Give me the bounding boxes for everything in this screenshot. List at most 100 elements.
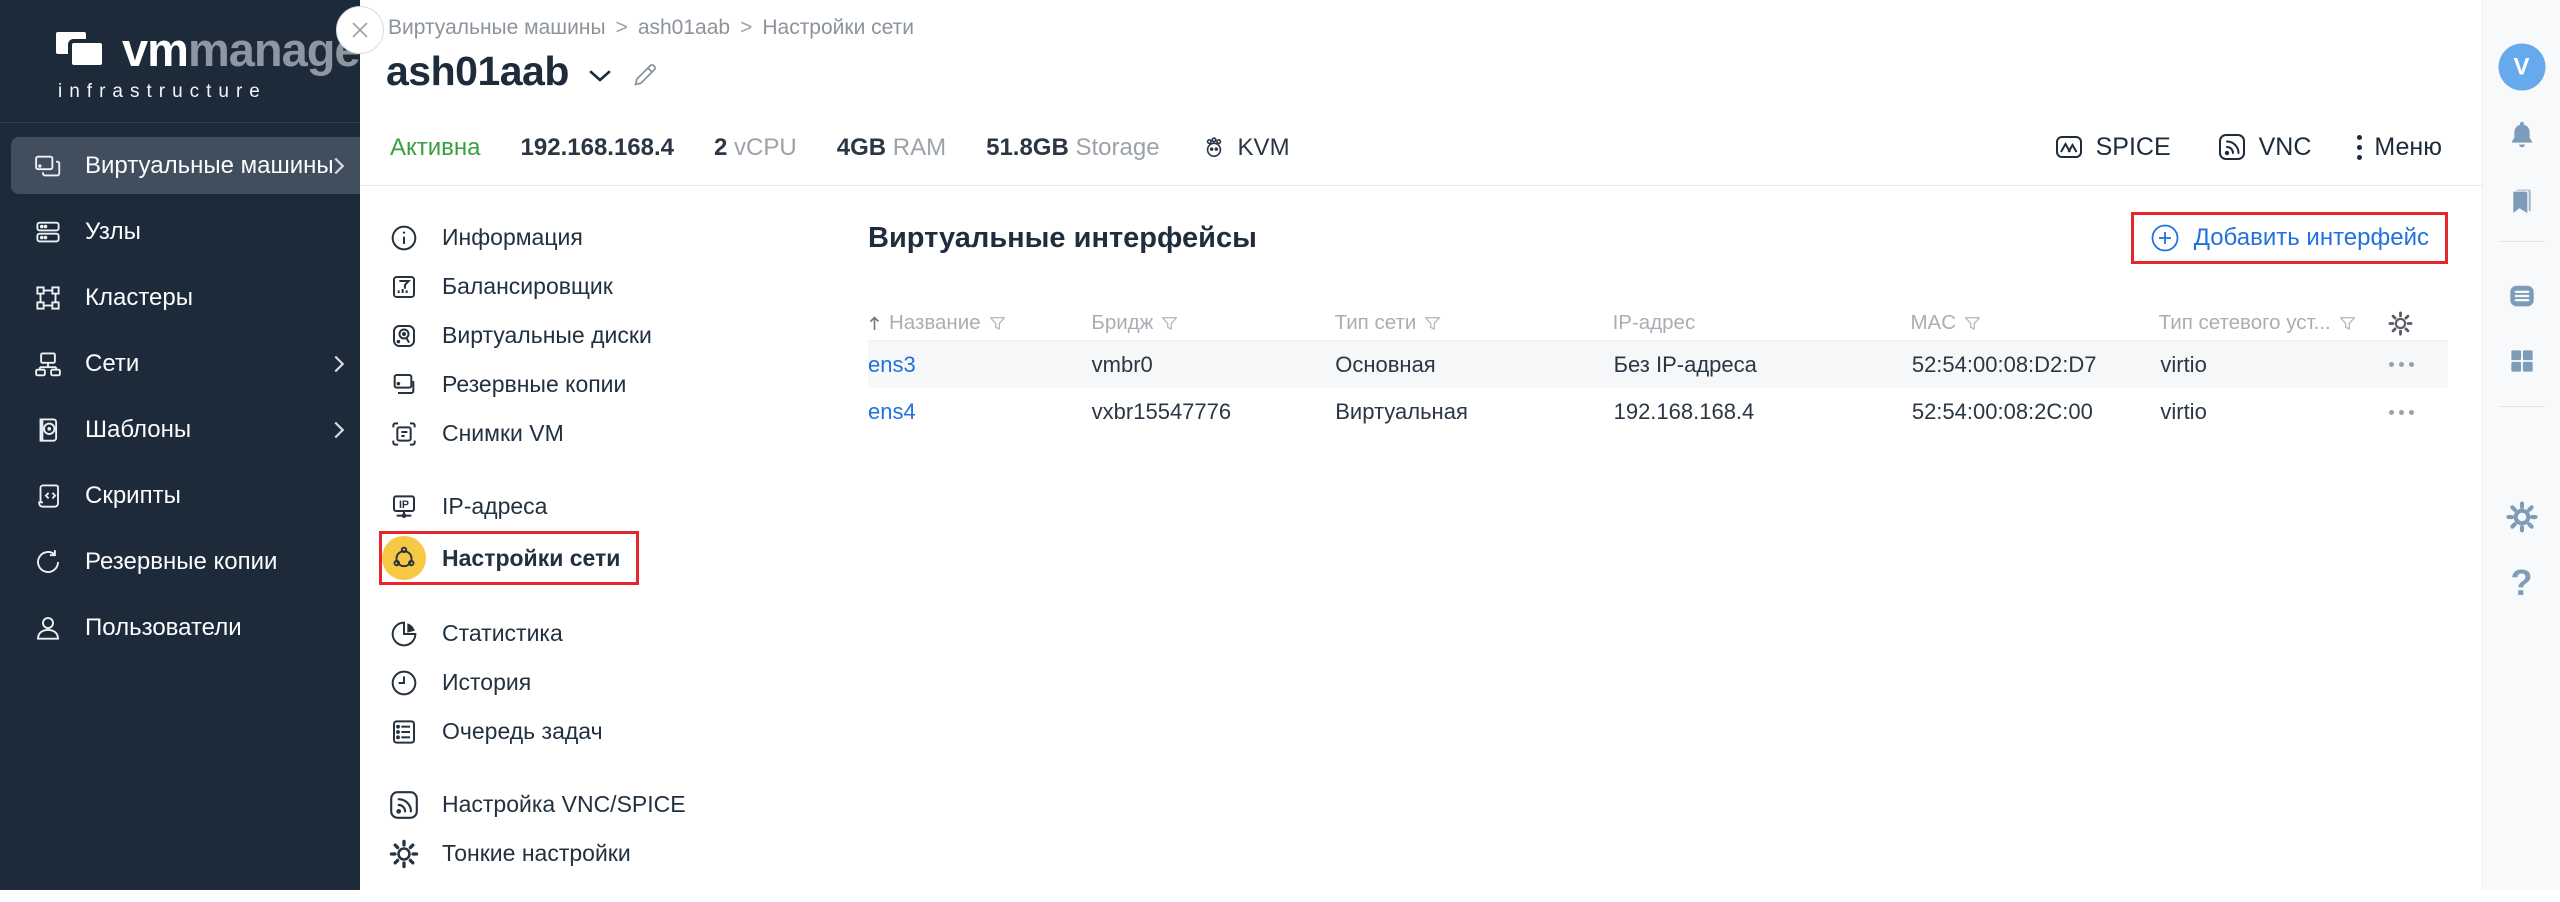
vm-menu-item-information[interactable]: Информация	[388, 213, 688, 262]
section-title: Виртуальные интерфейсы	[868, 222, 1257, 255]
vm-menu-item-history[interactable]: История	[388, 658, 688, 707]
balancer-icon	[388, 271, 420, 303]
brand-logo[interactable]: vmmanager infrastructure	[56, 26, 377, 103]
interface-name-link[interactable]: ens4	[868, 399, 916, 425]
vm-section-menu: Информация Балансировщик Виртуальные дис…	[388, 213, 688, 902]
disk-icon	[388, 320, 420, 352]
vnc-spice-settings-icon	[388, 789, 420, 821]
vm-menu-item-statistics[interactable]: Статистика	[388, 609, 688, 658]
vnc-button[interactable]: VNC	[2217, 132, 2312, 162]
breadcrumb-item: Настройки сети	[762, 16, 914, 40]
info-icon	[388, 222, 420, 254]
settings-gear-icon[interactable]	[2505, 501, 2538, 534]
menu-label: Меню	[2374, 133, 2442, 162]
menu-button[interactable]: Меню	[2357, 133, 2442, 162]
sidebar-item-label: Узлы	[85, 218, 141, 246]
column-header-ip[interactable]: IP-адрес	[1613, 311, 1911, 335]
sidebar-item-users[interactable]: Пользователи	[0, 599, 360, 656]
vm-status-row: Активна 192.168.168.4 2 vCPU 4GB RAM 51.…	[390, 134, 1290, 162]
clusters-icon	[33, 283, 63, 313]
vm-menu-item-ip-addresses[interactable]: IP IP-адреса	[388, 482, 688, 531]
vm-menu-label: Настройка VNC/SPICE	[442, 791, 686, 818]
sidebar-divider	[0, 122, 360, 123]
bookmarks-icon[interactable]	[2506, 185, 2538, 217]
vm-cpu: 2 vCPU	[714, 134, 797, 162]
filter-icon[interactable]	[1964, 315, 1981, 332]
backups-icon	[33, 547, 63, 577]
network-settings-icon	[389, 543, 419, 573]
vm-menu-item-task-queue[interactable]: Очередь задач	[388, 707, 688, 756]
column-header-device-type[interactable]: Тип сетевого уст...	[2159, 311, 2387, 335]
vm-menu-item-network-settings[interactable]: Настройки сети	[379, 531, 639, 585]
vm-menu-item-snapshots[interactable]: Снимки VM	[388, 409, 688, 458]
table-row: ens3 vmbr0 Основная Без IP-адреса 52:54:…	[868, 340, 2448, 388]
rail-divider	[2499, 406, 2545, 407]
users-icon	[33, 613, 63, 643]
filter-icon[interactable]	[2339, 315, 2356, 332]
vm-menu-label: Очередь задач	[442, 718, 603, 745]
table-settings-gear-icon[interactable]	[2387, 310, 2414, 337]
column-header-net-type[interactable]: Тип сети	[1335, 311, 1613, 335]
sidebar-item-clusters[interactable]: Кластеры	[0, 269, 360, 326]
user-avatar[interactable]: V	[2498, 44, 2545, 91]
close-button[interactable]	[336, 6, 384, 54]
vm-menu-label: Настройки сети	[442, 545, 620, 572]
vm-menu-item-advanced-settings[interactable]: Тонкие настройки	[388, 829, 688, 878]
column-header-mac[interactable]: MAC	[1910, 311, 2158, 335]
vm-menu-item-balancer[interactable]: Балансировщик	[388, 262, 688, 311]
sidebar-item-label: Шаблоны	[85, 416, 191, 444]
plus-circle-icon	[2150, 223, 2180, 253]
sidebar-item-label: Виртуальные машины	[85, 152, 334, 180]
sidebar-item-scripts[interactable]: Скрипты	[0, 467, 360, 524]
spice-label: SPICE	[2096, 133, 2171, 162]
row-actions-icon[interactable]	[2389, 362, 2414, 367]
sidebar-item-virtual-machines[interactable]: Виртуальные машины	[11, 137, 360, 194]
vm-menu-label: Резервные копии	[442, 371, 626, 398]
breadcrumb-item[interactable]: Виртуальные машины	[388, 16, 606, 40]
documentation-icon[interactable]	[2505, 280, 2538, 313]
filter-icon[interactable]	[1161, 315, 1178, 332]
vm-hypervisor: KVM	[1200, 134, 1290, 162]
column-header-bridge[interactable]: Бридж	[1091, 311, 1334, 335]
vm-ip: 192.168.168.4	[521, 134, 674, 162]
edit-pencil-icon[interactable]	[631, 61, 659, 89]
breadcrumb-separator: >	[740, 16, 752, 40]
vnc-icon	[2217, 132, 2247, 162]
notifications-bell-icon[interactable]	[2505, 119, 2539, 153]
vm-menu-item-virtual-disks[interactable]: Виртуальные диски	[388, 311, 688, 360]
sidebar-item-backups[interactable]: Резервные копии	[0, 533, 360, 590]
interface-name-link[interactable]: ens3	[868, 352, 916, 378]
vm-menu-item-vnc-spice-settings[interactable]: Настройка VNC/SPICE	[388, 780, 688, 829]
sidebar-item-label: Резервные копии	[85, 548, 277, 576]
snapshot-icon	[388, 418, 420, 450]
sidebar-item-networks[interactable]: Сети	[0, 335, 360, 392]
clock-icon	[388, 667, 420, 699]
sidebar-item-nodes[interactable]: Узлы	[0, 203, 360, 260]
templates-icon	[33, 415, 63, 445]
page-title: ash01aab	[386, 48, 569, 95]
filter-icon[interactable]	[989, 315, 1006, 332]
sidebar-item-templates[interactable]: Шаблоны	[0, 401, 360, 458]
svg-text:IP: IP	[399, 498, 409, 510]
chevron-down-icon[interactable]	[587, 67, 613, 85]
interfaces-table: Название Бридж Тип сети IP-адрес MAC Тип…	[868, 306, 2448, 436]
filter-icon[interactable]	[1424, 315, 1441, 332]
vnc-label: VNC	[2259, 133, 2312, 162]
column-header-name[interactable]: Название	[868, 311, 1091, 335]
apps-grid-icon[interactable]	[2506, 345, 2538, 377]
networks-icon	[33, 349, 63, 379]
row-actions-icon[interactable]	[2389, 410, 2414, 415]
virtual-machines-icon	[33, 151, 63, 181]
vm-menu-item-backup-copies[interactable]: Резервные копии	[388, 360, 688, 409]
sort-asc-icon[interactable]	[868, 315, 881, 332]
main-content: Виртуальные интерфейсы Добавить интерфей…	[868, 186, 2448, 436]
chevron-right-icon	[332, 354, 346, 374]
breadcrumb-item[interactable]: ash01aab	[638, 16, 730, 40]
vm-menu-label: Виртуальные диски	[442, 322, 652, 349]
add-interface-button[interactable]: Добавить интерфейс	[2131, 212, 2448, 264]
vm-menu-label: Снимки VM	[442, 420, 564, 447]
vm-menu-label: Балансировщик	[442, 273, 613, 300]
help-icon[interactable]: ?	[2511, 562, 2533, 604]
spice-button[interactable]: SPICE	[2054, 132, 2171, 162]
vm-menu-label: История	[442, 669, 531, 696]
